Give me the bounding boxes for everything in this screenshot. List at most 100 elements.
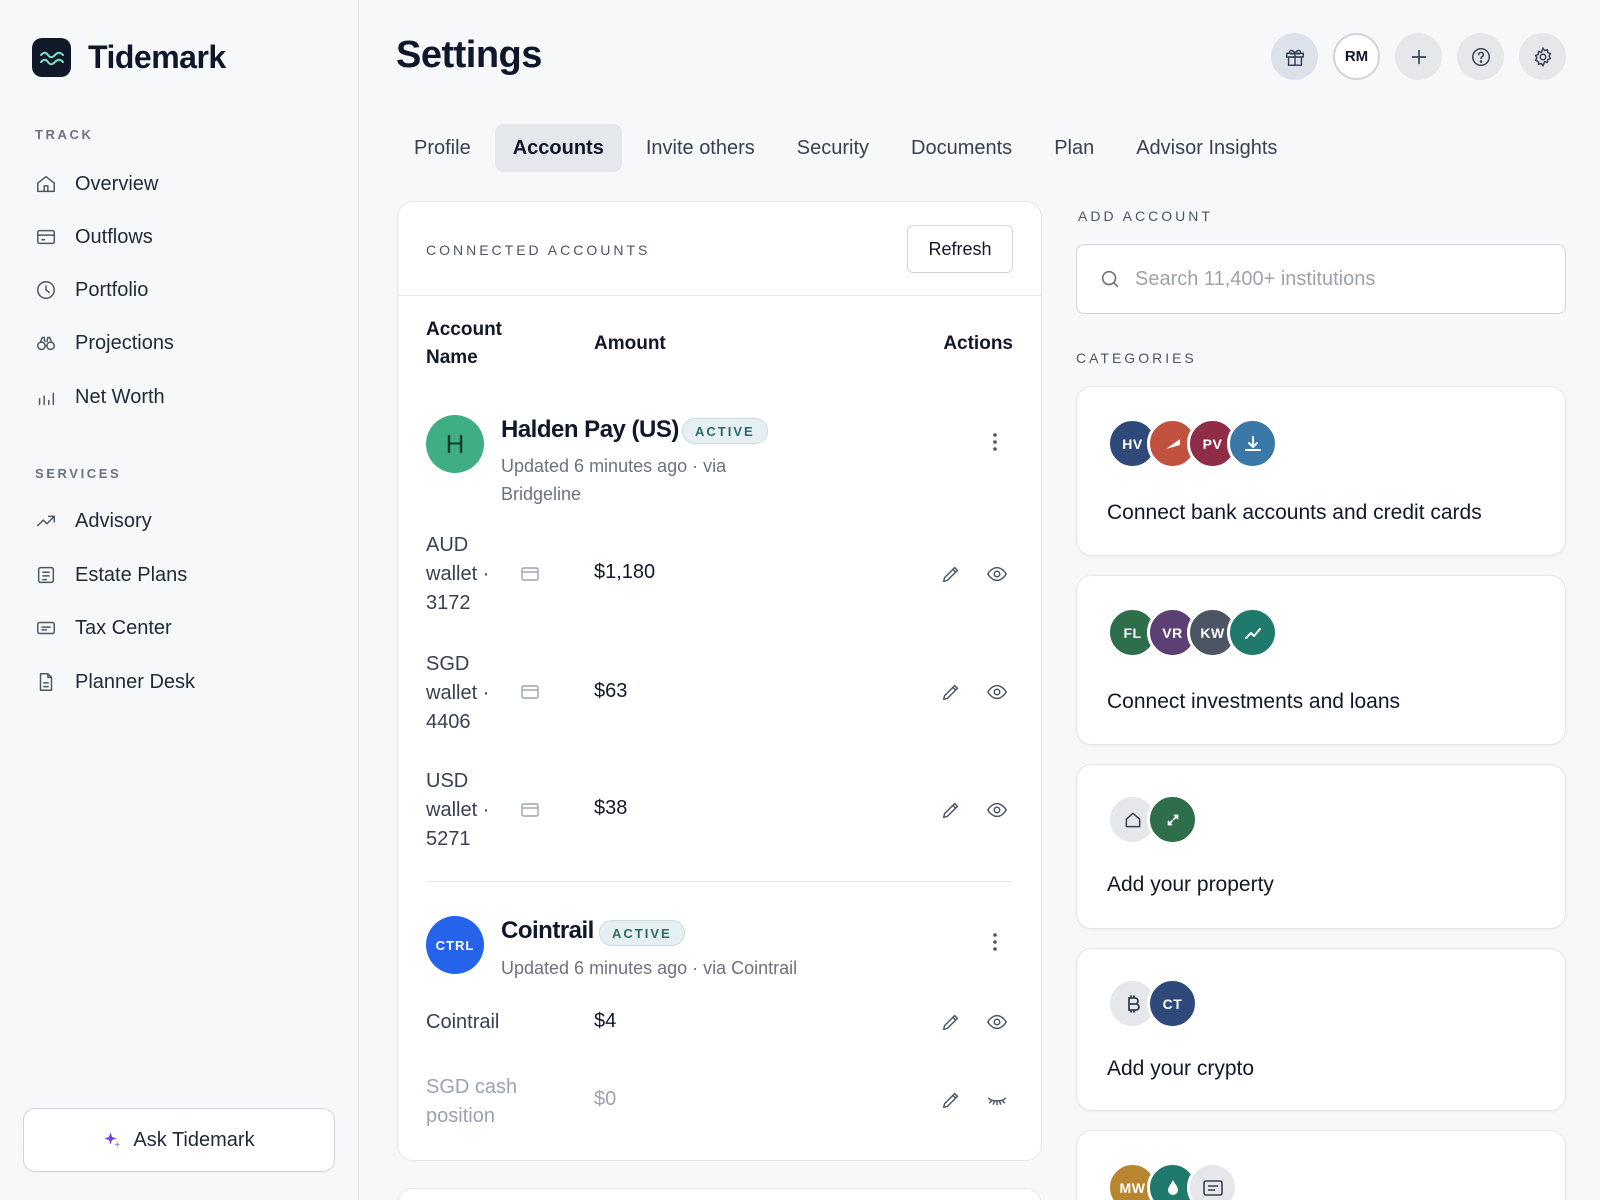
category-text: Add your property (1107, 873, 1274, 896)
edit-icon[interactable] (940, 681, 962, 703)
edit-icon[interactable] (940, 799, 962, 821)
card-icon (521, 685, 539, 699)
add-button[interactable] (1395, 33, 1442, 80)
arrows-icon (1147, 794, 1198, 845)
next-card (397, 1188, 1042, 1200)
bar-chart-icon (38, 392, 55, 406)
card-icon (37, 229, 55, 245)
institution-subtitle: Updated 6 minutes ago · via Cointrail (501, 958, 798, 978)
sidebar-item-label: Net Worth (75, 385, 165, 408)
user-avatar[interactable]: RM (1333, 33, 1380, 80)
hidden-eye-icon[interactable] (986, 1089, 1008, 1111)
account-amount: $63 (594, 680, 628, 702)
sidebar-item-net-worth[interactable]: Net Worth (35, 381, 165, 413)
more-options-icon[interactable] (985, 930, 1005, 954)
trend-up-icon (37, 515, 55, 527)
connected-accounts-label: CONNECTED ACCOUNTS (426, 242, 651, 258)
institution-search[interactable] (1076, 244, 1566, 314)
column-header-amount: Amount (594, 333, 666, 354)
tab-advisor-insights[interactable]: Advisor Insights (1118, 124, 1295, 172)
tab-security[interactable]: Security (779, 124, 887, 172)
home-icon (37, 175, 55, 193)
sidebar-item-label: Planner Desk (75, 670, 196, 693)
sidebar-item-outflows[interactable]: Outflows (35, 221, 153, 253)
category-card-investments[interactable]: FL VR KW Connect investments and loans (1076, 575, 1566, 745)
category-card-crypto[interactable]: CT Add your crypto (1076, 948, 1566, 1111)
institution-subtitle: Updated 6 minutes ago · via Bridgeline (501, 456, 727, 504)
trend-icon (1227, 607, 1278, 658)
tab-profile[interactable]: Profile (396, 124, 489, 172)
tab-invite-others[interactable]: Invite others (628, 124, 773, 172)
institution-avatar: CTRL (426, 916, 484, 974)
sidebar-item-portfolio[interactable]: Portfolio (35, 274, 148, 306)
tab-documents[interactable]: Documents (893, 124, 1030, 172)
edit-icon[interactable] (940, 563, 962, 585)
sidebar-item-tax-center[interactable]: Tax Center (35, 612, 172, 644)
column-header-actions: Actions (943, 333, 1013, 354)
logo-stack: MW (1107, 1162, 1238, 1200)
more-options-icon[interactable] (985, 430, 1005, 454)
sidebar: Tidemark TRACK Overview Outflows Portfol… (0, 0, 359, 1200)
logo-icon (32, 38, 71, 77)
pie-clock-icon (37, 281, 55, 299)
divider (426, 881, 1013, 882)
gift-icon (1285, 49, 1304, 66)
visibility-icon[interactable] (986, 681, 1008, 703)
logo-stack: CT (1107, 978, 1198, 1029)
sidebar-item-projections[interactable]: Projections (35, 327, 174, 359)
category-card-bank[interactable]: HV PV Connect bank accounts and credit c… (1076, 386, 1566, 556)
ask-tidemark-label: Ask Tidemark (133, 1128, 255, 1151)
sidebar-item-planner-desk[interactable]: Planner Desk (35, 666, 195, 698)
category-card-other[interactable]: MW (1076, 1130, 1566, 1200)
category-card-property[interactable]: Add your property (1076, 764, 1566, 929)
search-input[interactable] (1135, 267, 1535, 291)
card-icon (521, 567, 539, 581)
logo-stack: HV PV (1107, 418, 1278, 469)
visibility-icon[interactable] (986, 799, 1008, 821)
account-amount: $0 (594, 1088, 617, 1110)
edit-icon[interactable] (940, 1089, 962, 1111)
account-name: Cointrail (426, 1011, 500, 1033)
account-name: SGD cash position (426, 1076, 518, 1127)
visibility-icon[interactable] (986, 563, 1008, 585)
sidebar-item-advisory[interactable]: Advisory (35, 505, 152, 537)
avatar-initials: RM (1344, 48, 1369, 65)
account-amount: $38 (594, 797, 628, 819)
page-title: Settings (396, 34, 542, 76)
settings-button[interactable] (1519, 33, 1566, 80)
institution-logo: CT (1147, 978, 1198, 1029)
section-label-track: TRACK (35, 127, 94, 142)
visibility-icon[interactable] (986, 1011, 1008, 1033)
column-header-account-name: Account Name (426, 319, 502, 368)
gift-button[interactable] (1271, 33, 1318, 80)
plus-icon (1411, 49, 1426, 64)
document-list-icon (37, 566, 55, 584)
brand[interactable]: Tidemark (32, 38, 226, 77)
edit-icon[interactable] (940, 1011, 962, 1033)
sidebar-item-overview[interactable]: Overview (35, 168, 158, 200)
note-icon (1187, 1162, 1238, 1200)
category-text: Connect investments and loans (1107, 690, 1401, 713)
sparkle-icon (104, 1132, 121, 1148)
institution-avatar: H (426, 415, 484, 473)
ask-tidemark-button[interactable]: Ask Tidemark (23, 1108, 335, 1172)
help-icon (1471, 47, 1490, 66)
download-icon (1227, 418, 1278, 469)
tab-plan[interactable]: Plan (1036, 124, 1112, 172)
tab-accounts[interactable]: Accounts (494, 124, 622, 172)
sidebar-item-label: Advisory (75, 509, 152, 532)
account-amount: $1,180 (594, 561, 656, 583)
sidebar-item-label: Estate Plans (75, 563, 188, 586)
category-text: Add your crypto (1107, 1057, 1255, 1080)
section-label-services: SERVICES (35, 466, 122, 481)
refresh-button[interactable]: Refresh (907, 225, 1013, 273)
help-button[interactable] (1457, 33, 1504, 80)
sidebar-item-estate-plans[interactable]: Estate Plans (35, 559, 187, 591)
receipt-icon (37, 621, 55, 635)
logo-stack: FL VR KW (1107, 607, 1278, 658)
account-amount: $4 (594, 1010, 617, 1032)
status-badge: ACTIVE (599, 920, 685, 946)
logo-stack (1107, 794, 1198, 845)
account-name: SGD wallet · 4406 (426, 653, 490, 733)
connected-accounts-card: CONNECTED ACCOUNTS Refresh Account Name … (397, 201, 1042, 1161)
